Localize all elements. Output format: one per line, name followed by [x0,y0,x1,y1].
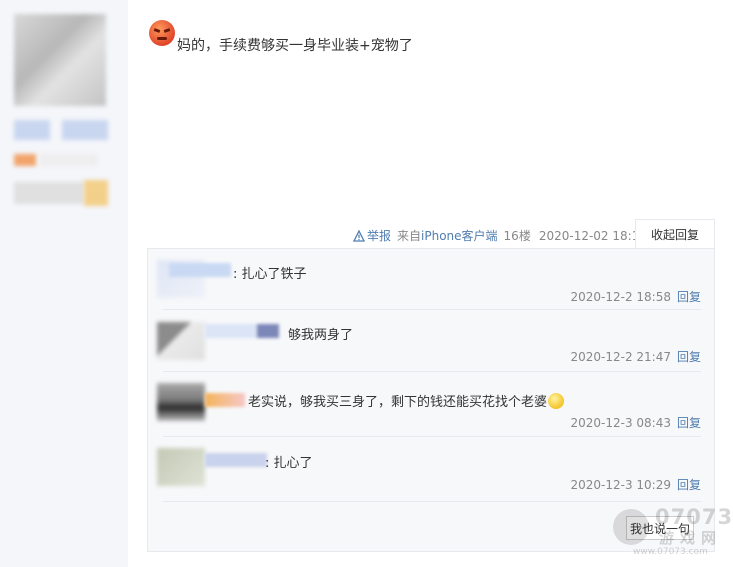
avatar[interactable] [157,383,205,421]
reply-item: 够我两身了 2020-12-2 21:47 回复 [157,318,701,370]
post-meta: 举报 来自iPhone客户端 16楼 2020-12-02 18:17 [353,227,647,244]
reply-text: : 扎心了 [265,456,313,471]
reply-username[interactable] [205,393,245,407]
site-watermark: 07073 游戏网 www.07073.com [613,503,733,563]
avatar[interactable] [157,322,205,360]
source-prefix: 来自 [397,229,422,243]
watermark-number: 07073 [655,505,733,529]
divider [163,436,701,437]
avatar[interactable] [157,448,205,486]
smile-emoji-icon [548,392,565,409]
reply-item: 老实说，够我买三身了，剩下的钱还能买花找个老婆 2020-12-3 08:43 回… [157,381,701,433]
reply-button[interactable]: 回复 [677,350,701,364]
divider [163,371,701,372]
reply-text: 老实说，够我买三身了，剩下的钱还能买花找个老婆 [248,391,565,411]
post-source: 来自iPhone客户端 [397,227,498,244]
reply-username[interactable] [205,453,267,467]
post-content: 妈的，手续费够买一身毕业装+宠物了 [177,38,413,54]
collapse-replies-button[interactable]: 收起回复 [635,219,715,249]
reply-button[interactable]: 回复 [677,290,701,304]
reply-text-content: 老实说，够我买三身了，剩下的钱还能买花找个老婆 [248,395,548,410]
reply-date: 2020-12-2 18:58 [570,290,671,304]
angry-emoji-icon [149,20,175,46]
blurred-rank [14,182,84,204]
watermark-logo-icon [613,509,649,545]
warning-icon [353,229,365,242]
reply-item: : 扎心了 2020-12-3 10:29 回复 [157,446,701,498]
watermark-url: www.07073.com [633,547,708,557]
reply-date: 2020-12-2 21:47 [570,350,671,364]
divider [163,309,701,310]
left-sidebar [0,0,128,567]
blurred-badge [14,120,50,140]
reply-footer: 2020-12-2 21:47 回复 [570,348,701,365]
reply-footer: 2020-12-3 08:43 回复 [570,414,701,431]
report-link[interactable]: 举报 [353,227,391,244]
divider [163,501,701,502]
reply-text: : 扎心了铁子 [233,267,307,282]
reply-footer: 2020-12-3 10:29 回复 [570,476,701,493]
blurred-avatar [14,14,106,106]
reply-username[interactable] [169,263,231,277]
reply-footer: 2020-12-2 18:58 回复 [570,288,701,305]
reply-button[interactable]: 回复 [677,416,701,430]
watermark-cn: 游戏网 [659,529,723,547]
blurred-level [14,154,36,166]
reply-button[interactable]: 回复 [677,478,701,492]
reply-date: 2020-12-3 08:43 [570,416,671,430]
source-client-link[interactable]: iPhone客户端 [421,229,498,243]
blurred-badge [62,120,108,140]
floor-number: 16楼 [503,229,531,243]
reply-item: : 扎心了铁子 2020-12-2 18:58 回复 [157,258,701,310]
blurred-level [40,154,98,166]
reply-text: 够我两身了 [288,328,354,343]
report-label: 举报 [367,229,392,243]
reply-date: 2020-12-3 10:29 [570,478,671,492]
reply-username[interactable] [205,324,279,338]
post-datetime: 2020-12-02 18:17 [538,228,647,243]
blurred-rank [84,180,108,206]
